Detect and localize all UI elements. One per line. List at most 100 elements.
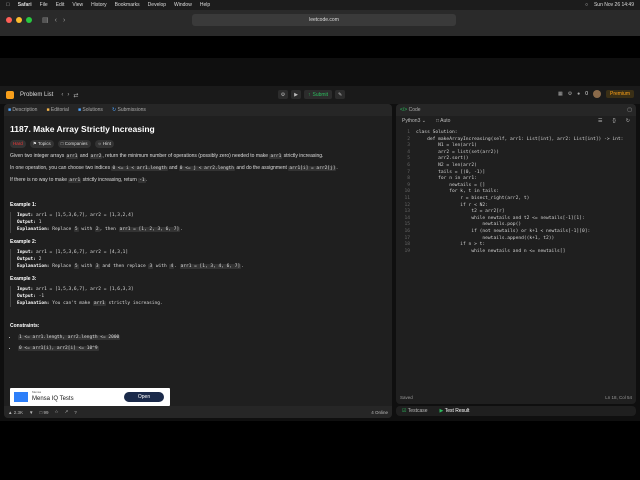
code-line[interactable]: t2 = arr2[r] [416, 209, 504, 214]
streak-count[interactable]: 0 [585, 91, 588, 97]
desc-text: Given two integer arrays [10, 153, 65, 159]
submit-button[interactable]: ↑ Submit [304, 90, 333, 99]
menu-window[interactable]: Window [174, 2, 192, 8]
help-icon[interactable]: ? [74, 410, 77, 415]
close-window-button[interactable] [6, 17, 12, 23]
line-number: 15 [404, 222, 410, 228]
hint-tag[interactable]: ☼ Hint [94, 140, 114, 148]
menu-develop[interactable]: Develop [148, 2, 166, 8]
star-icon[interactable]: ☆ [54, 409, 58, 415]
clock[interactable]: Sun Nov 26 14:49 [594, 2, 634, 8]
code-line[interactable]: if r < N2: [416, 203, 488, 208]
reset-icon[interactable]: ↻ [626, 118, 630, 124]
ad-open-button[interactable]: Open [124, 392, 164, 402]
code-line[interactable]: newtails.append((k+1, t2)) [416, 236, 554, 241]
shuffle-icon[interactable]: ⇄ [73, 92, 78, 99]
explanation-text: You can't make [52, 301, 91, 306]
tab-solutions[interactable]: ■ Solutions [78, 107, 103, 113]
line-number: 1 [407, 130, 410, 135]
forward-arrow-icon[interactable]: › [63, 17, 65, 24]
explanation-text: . [241, 264, 244, 269]
run-icon[interactable]: ▶ [291, 90, 301, 99]
code-line[interactable]: N1 = len(arr1) [416, 143, 477, 148]
menu-icon[interactable]: ☰ [598, 118, 602, 124]
code-line[interactable]: if n > t: [416, 242, 485, 247]
code-icon: </> [400, 107, 408, 113]
constraints-list: 1 <= arr1.length, arr2.length <= 2000 0 … [10, 334, 386, 351]
code-line[interactable]: while newtails and t2 <= newtails[-1][1]… [416, 216, 584, 221]
code-line[interactable]: N2 = len(arr2) [416, 163, 477, 168]
menu-help[interactable]: Help [200, 2, 210, 8]
code-line[interactable]: def makeArrayIncreasing(self, arr1: List… [416, 137, 623, 142]
next-problem-icon[interactable]: › [67, 92, 69, 98]
line-number: 9 [407, 182, 410, 188]
menu-file[interactable]: File [40, 2, 48, 8]
tab-strip [0, 30, 640, 36]
topics-tag[interactable]: ⚑ Topics [29, 140, 54, 148]
description-tabs: ■ Description ■ Editorial ■ Solutions ↻ … [4, 104, 392, 116]
layout-icon[interactable]: ▦ [558, 91, 563, 97]
premium-button[interactable]: Premium [605, 90, 634, 98]
code-line[interactable]: while newtails and n <= newtails[] [416, 249, 565, 254]
address-bar[interactable]: leetcode.com [192, 14, 456, 26]
fire-icon[interactable]: ● [577, 91, 580, 97]
menu-view[interactable]: View [72, 2, 83, 8]
leetcode-logo-icon[interactable] [6, 91, 14, 99]
zoom-window-button[interactable] [26, 17, 32, 23]
code-line[interactable]: tails = [(0, -1)] [416, 170, 485, 175]
share-icon[interactable]: ↗ [65, 409, 69, 415]
menu-edit[interactable]: Edit [56, 2, 65, 8]
avatar[interactable] [592, 90, 601, 98]
code-line[interactable]: arr2.sort() [416, 156, 468, 161]
code-editor[interactable]: 1 class Solution: 2 def makeArrayIncreasin… [396, 126, 636, 382]
companies-tag[interactable]: □ Companies [57, 140, 91, 148]
format-icon[interactable]: {} [612, 118, 615, 124]
inline-code: arr1 [269, 154, 283, 159]
code-line[interactable]: newtails.pop() [416, 222, 521, 227]
problem-list-link[interactable]: Problem List [20, 92, 53, 98]
explanation-text: strictly increasing. [108, 301, 163, 306]
advertisement-banner[interactable]: Mensa Mensa IQ Tests Open [10, 388, 170, 406]
sidebar-toggle-icon[interactable]: ▤ [42, 16, 49, 24]
example-output: 1 [38, 220, 42, 225]
dislike-icon[interactable]: ▼ [29, 410, 33, 415]
like-button[interactable]: ▲ 2.3K [8, 410, 23, 415]
tab-testcase[interactable]: ☑ Testcase [402, 408, 428, 414]
line-number: 4 [407, 149, 410, 155]
code-line[interactable]: for k, t in tails: [416, 189, 499, 194]
menu-bookmarks[interactable]: Bookmarks [115, 2, 140, 8]
tab-submissions[interactable]: ↻ Submissions [112, 107, 146, 113]
code-line[interactable]: for n in arr1: [416, 176, 477, 181]
tab-test-result-label: Test Result [444, 408, 470, 414]
settings-icon[interactable]: ⚙ [568, 91, 572, 97]
minimize-window-button[interactable] [16, 17, 22, 23]
code-line[interactable]: class Solution: [416, 130, 458, 135]
comments-button[interactable]: □ 99 [39, 410, 48, 415]
line-number: 17 [404, 235, 410, 241]
language-select[interactable]: Python3 ⌄ [402, 118, 426, 124]
notes-icon[interactable]: ✎ [335, 90, 346, 99]
line-number: 12 [404, 202, 410, 208]
explanation-text: . [174, 264, 177, 269]
tab-editorial[interactable]: ■ Editorial [46, 107, 69, 113]
inline-code: -1 [138, 178, 146, 183]
tab-test-result[interactable]: ▶ Test Result [440, 408, 470, 414]
debug-icon[interactable]: ⚙ [278, 90, 288, 99]
lightbulb-icon: ☼ [97, 141, 102, 146]
code-line[interactable]: newtails = [] [416, 183, 485, 188]
maximize-icon[interactable]: ▢ [627, 107, 632, 113]
desc-text: , return the minimum number of operation… [102, 153, 269, 159]
menu-history[interactable]: History [91, 2, 107, 8]
desc-text: . [145, 177, 147, 183]
menu-safari[interactable]: Safari [18, 2, 32, 8]
apple-icon[interactable]:  [6, 2, 10, 8]
auto-toggle[interactable]: □ Auto [436, 118, 450, 124]
code-line[interactable]: if (not newtails) or k+1 < newtails[-1][… [416, 229, 590, 234]
prev-problem-icon[interactable]: ‹ [61, 92, 63, 98]
wifi-icon[interactable]: ○ [585, 2, 588, 8]
back-arrow-icon[interactable]: ‹ [55, 17, 57, 24]
code-line[interactable]: r = bisect_right(arr2, t) [416, 196, 529, 201]
tab-code[interactable]: </> Code [400, 107, 421, 113]
tab-description[interactable]: ■ Description [8, 107, 37, 113]
code-line[interactable]: arr2 = list(set(arr2)) [416, 150, 499, 155]
